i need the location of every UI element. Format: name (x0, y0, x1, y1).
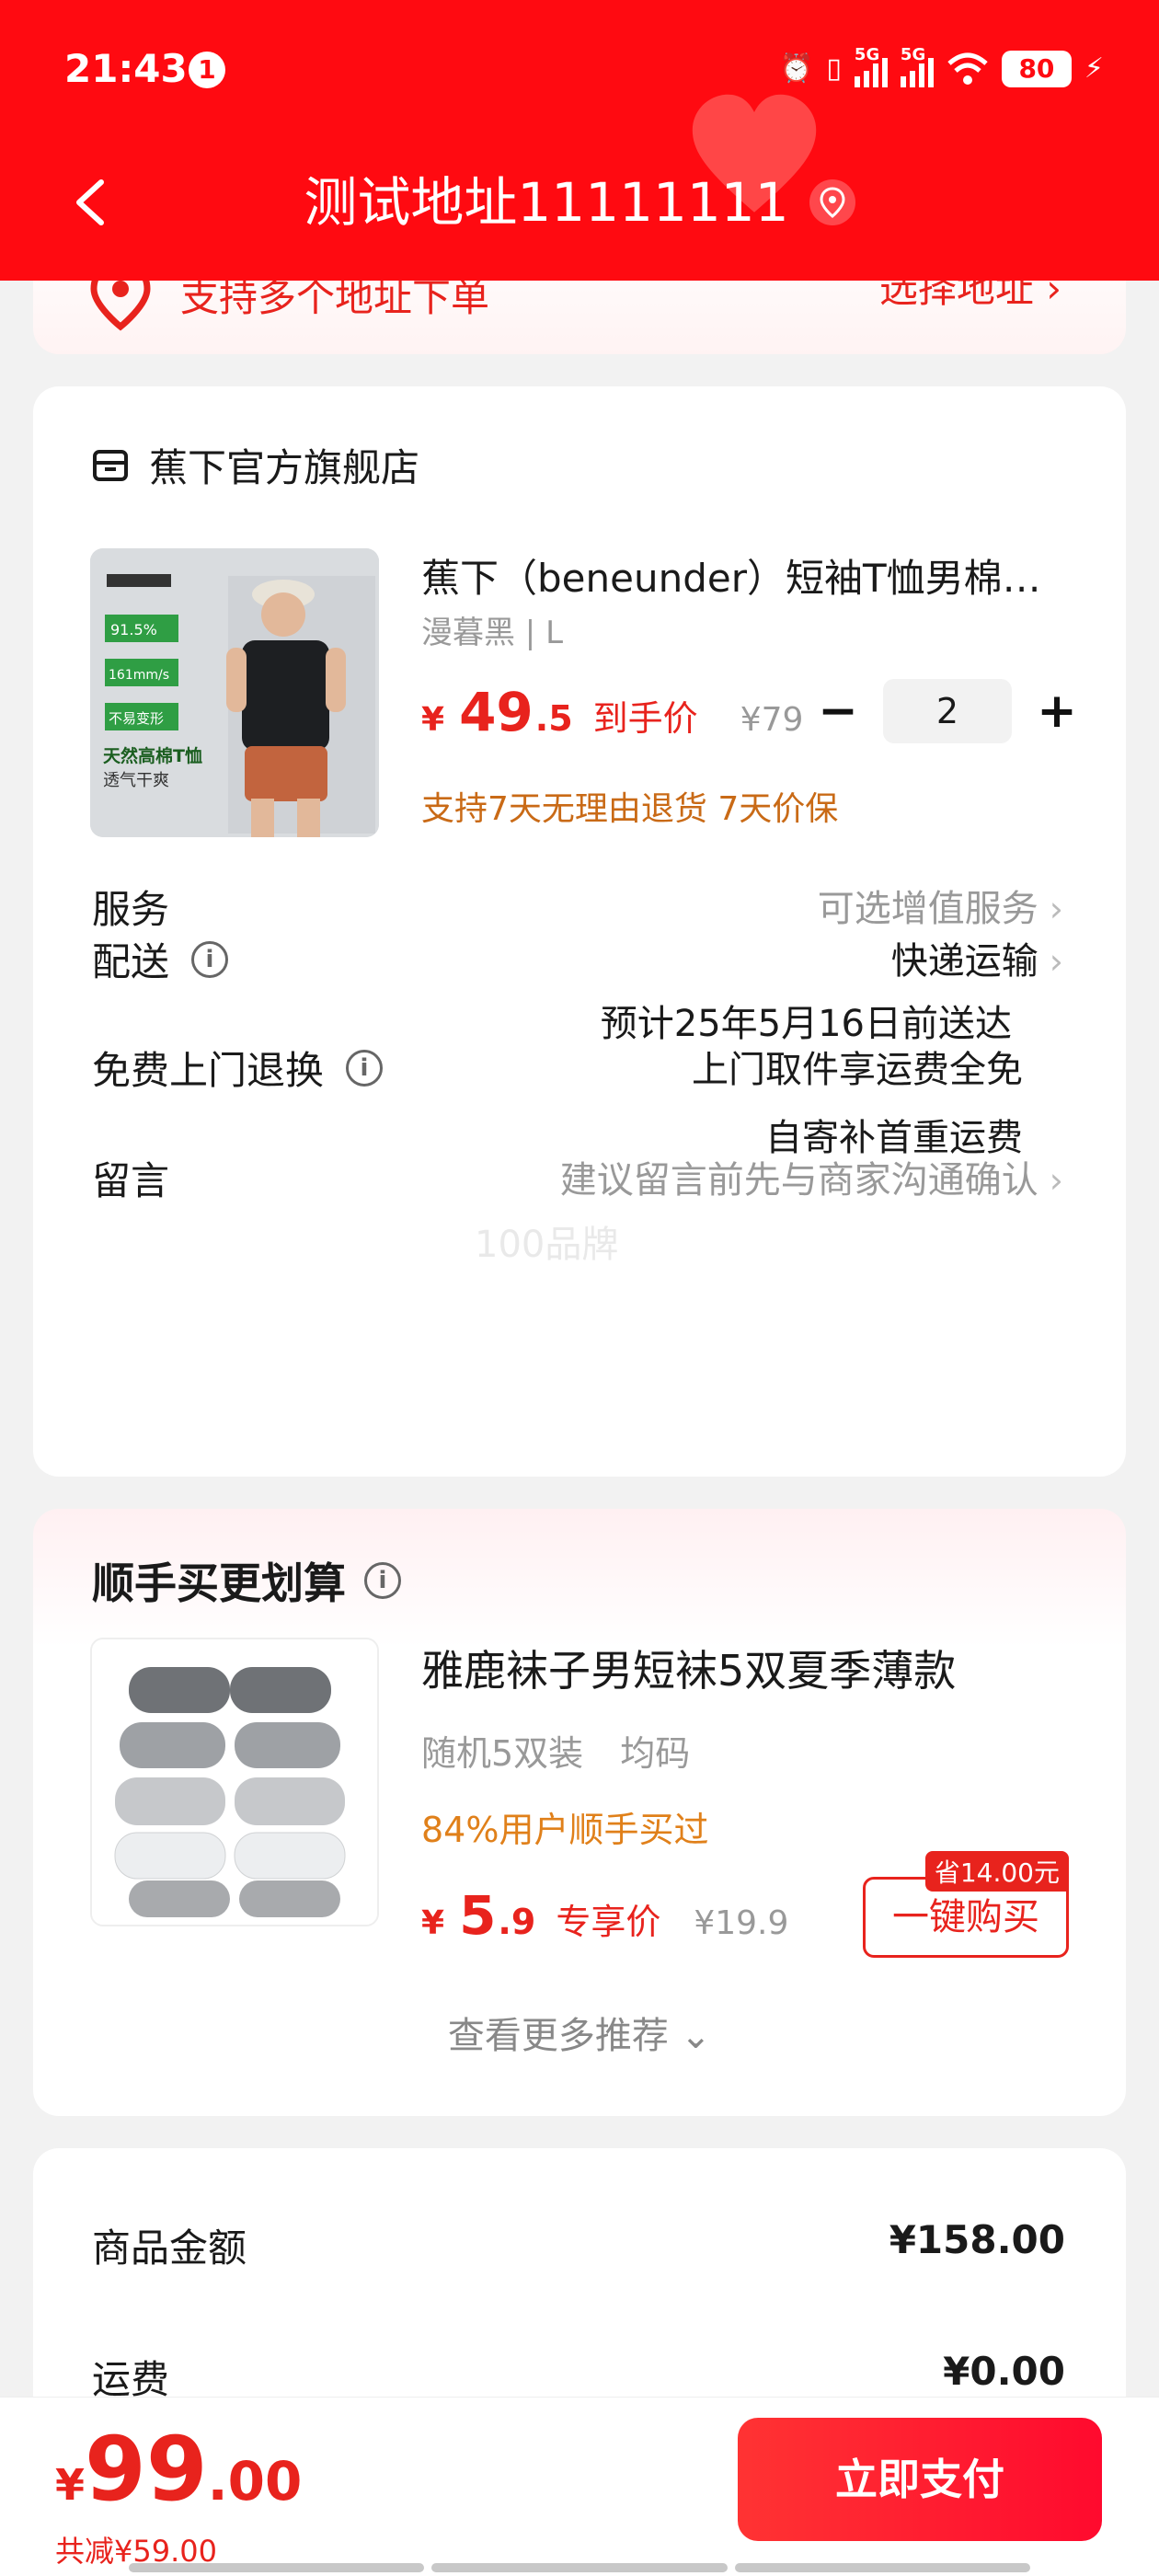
header: 21:43 1 ⏰ ▯ 5G 5G 80 ⚡ 测试地址11111111 (0, 0, 1159, 281)
goods-amount-row: 商品金额 ¥158.00 (92, 2217, 1065, 2273)
sock-product-image[interactable] (90, 1638, 379, 1926)
battery-indicator: 80 (1001, 51, 1072, 87)
sock-buy-hint: 84%用户顺手买过 (421, 1810, 709, 1850)
increase-button[interactable]: + (1034, 687, 1080, 735)
wifi-icon (947, 52, 988, 85)
addon-card: 顺手买更划算 i 雅鹿袜子男短袜5双夏季薄款 随机5双装 均码 84%用户顺手买过… (33, 1509, 1126, 2116)
delivery-value: 快递运输 (890, 940, 1039, 983)
watermark-text: 100品牌 (475, 1224, 619, 1266)
original-price: ¥79 (740, 701, 804, 739)
message-label: 留言 (92, 1158, 170, 1203)
info-icon[interactable]: i (364, 1562, 401, 1599)
sock-product-spec: 随机5双装 均码 (421, 1733, 691, 1774)
message-input[interactable]: 建议留言前先与商家沟通确认 (560, 1159, 1039, 1202)
service-value: 可选增值服务 (817, 888, 1039, 930)
decrease-button[interactable]: − (815, 687, 861, 735)
addon-title: 顺手买更划算 (92, 1558, 346, 1608)
chevron-right-icon: › (1049, 941, 1063, 982)
goods-amount-label: 商品金额 (92, 2225, 247, 2271)
info-icon[interactable]: i (191, 940, 229, 978)
page-title[interactable]: 测试地址11111111 (304, 156, 788, 248)
free-return-label: 免费上门退换 (92, 1048, 325, 1093)
sock-price: ¥5.9 专享价 ¥19.9 (421, 1884, 789, 1947)
total-price: ¥99.00 (55, 2418, 303, 2521)
chevron-down-icon: ⌄ (680, 2015, 712, 2057)
free-return-row: 免费上门退换 i 上门取件享运费全免 自寄补首重运费 (92, 1040, 1063, 1168)
chevron-right-icon: › (1049, 1160, 1063, 1201)
info-icon[interactable]: i (346, 1049, 384, 1087)
product-price: ¥49.5 到手价 ¥79 (421, 681, 804, 743)
svg-text:不易变形: 不易变形 (109, 710, 164, 727)
charging-icon: ⚡ (1084, 52, 1104, 85)
svg-text:91.5%: 91.5% (110, 621, 157, 638)
pay-now-button[interactable]: 立即支付 (738, 2418, 1102, 2541)
store-name: 蕉下官方旗舰店 (149, 445, 420, 490)
clock: 21:43 (64, 46, 188, 91)
product-image[interactable]: 91.5% 161mm/s 不易变形 天然高棉T恤 透气干爽 (90, 548, 379, 837)
status-bar: 21:43 1 ⏰ ▯ 5G 5G 80 ⚡ (0, 37, 1159, 101)
free-return-line1: 上门取件享运费全免 (692, 1049, 1023, 1091)
sock-product-title[interactable]: 雅鹿袜子男短袜5双夏季薄款 (421, 1638, 956, 1698)
product-title[interactable]: 蕉下（beneunder）短袖T恤男棉… (421, 547, 1102, 604)
quantity-stepper: − 2 + (815, 679, 1080, 743)
guarantee-text: 支持7天无理由退货 7天价保 (421, 790, 839, 828)
quantity-input[interactable]: 2 (883, 679, 1012, 743)
delivery-label: 配送 (92, 939, 170, 984)
chevron-right-icon: › (1049, 889, 1063, 929)
signal-icon: 5G (854, 45, 888, 87)
service-label: 服务 (92, 887, 170, 932)
product-spec[interactable]: 漫暮黑 | L (421, 607, 563, 652)
sock-original-price: ¥19.9 (694, 1904, 789, 1942)
goods-amount-value: ¥158.00 (889, 2217, 1065, 2262)
store-card: 蕉下官方旗舰店 91.5% 161mm/s 不易变形 天然高棉T恤 透气干爽 蕉… (33, 386, 1126, 1477)
store-icon (93, 449, 128, 481)
home-indicator[interactable] (129, 2563, 1030, 2572)
store-header[interactable]: 蕉下官方旗舰店 (92, 437, 419, 493)
more-recommendations-link[interactable]: 查看更多推荐 ⌄ (33, 2006, 1126, 2059)
vibrate-icon: ▯ (826, 52, 842, 85)
location-icon[interactable] (809, 179, 855, 225)
delivery-row[interactable]: 配送 i 快递运输 › 预计25年5月16日前送达 (92, 931, 1063, 1045)
svg-text:天然高棉T恤: 天然高棉T恤 (103, 745, 202, 766)
notification-badge: 1 (189, 52, 225, 88)
alarm-icon: ⏰ (779, 52, 814, 85)
signal-icon-2: 5G (900, 45, 934, 87)
price-tag: 到手价 (592, 698, 698, 739)
shipping-label: 运费 (92, 2357, 170, 2402)
svg-text:161mm/s: 161mm/s (109, 668, 169, 683)
bottom-bar: ¥99.00 共减¥59.00 立即支付 (0, 2397, 1159, 2576)
save-badge: 省14.00元 (924, 1851, 1069, 1892)
shipping-value: ¥0.00 (943, 2349, 1065, 2394)
exclusive-price-tag: 专享价 (556, 1902, 661, 1942)
svg-text:透气干爽: 透气干爽 (103, 771, 169, 790)
